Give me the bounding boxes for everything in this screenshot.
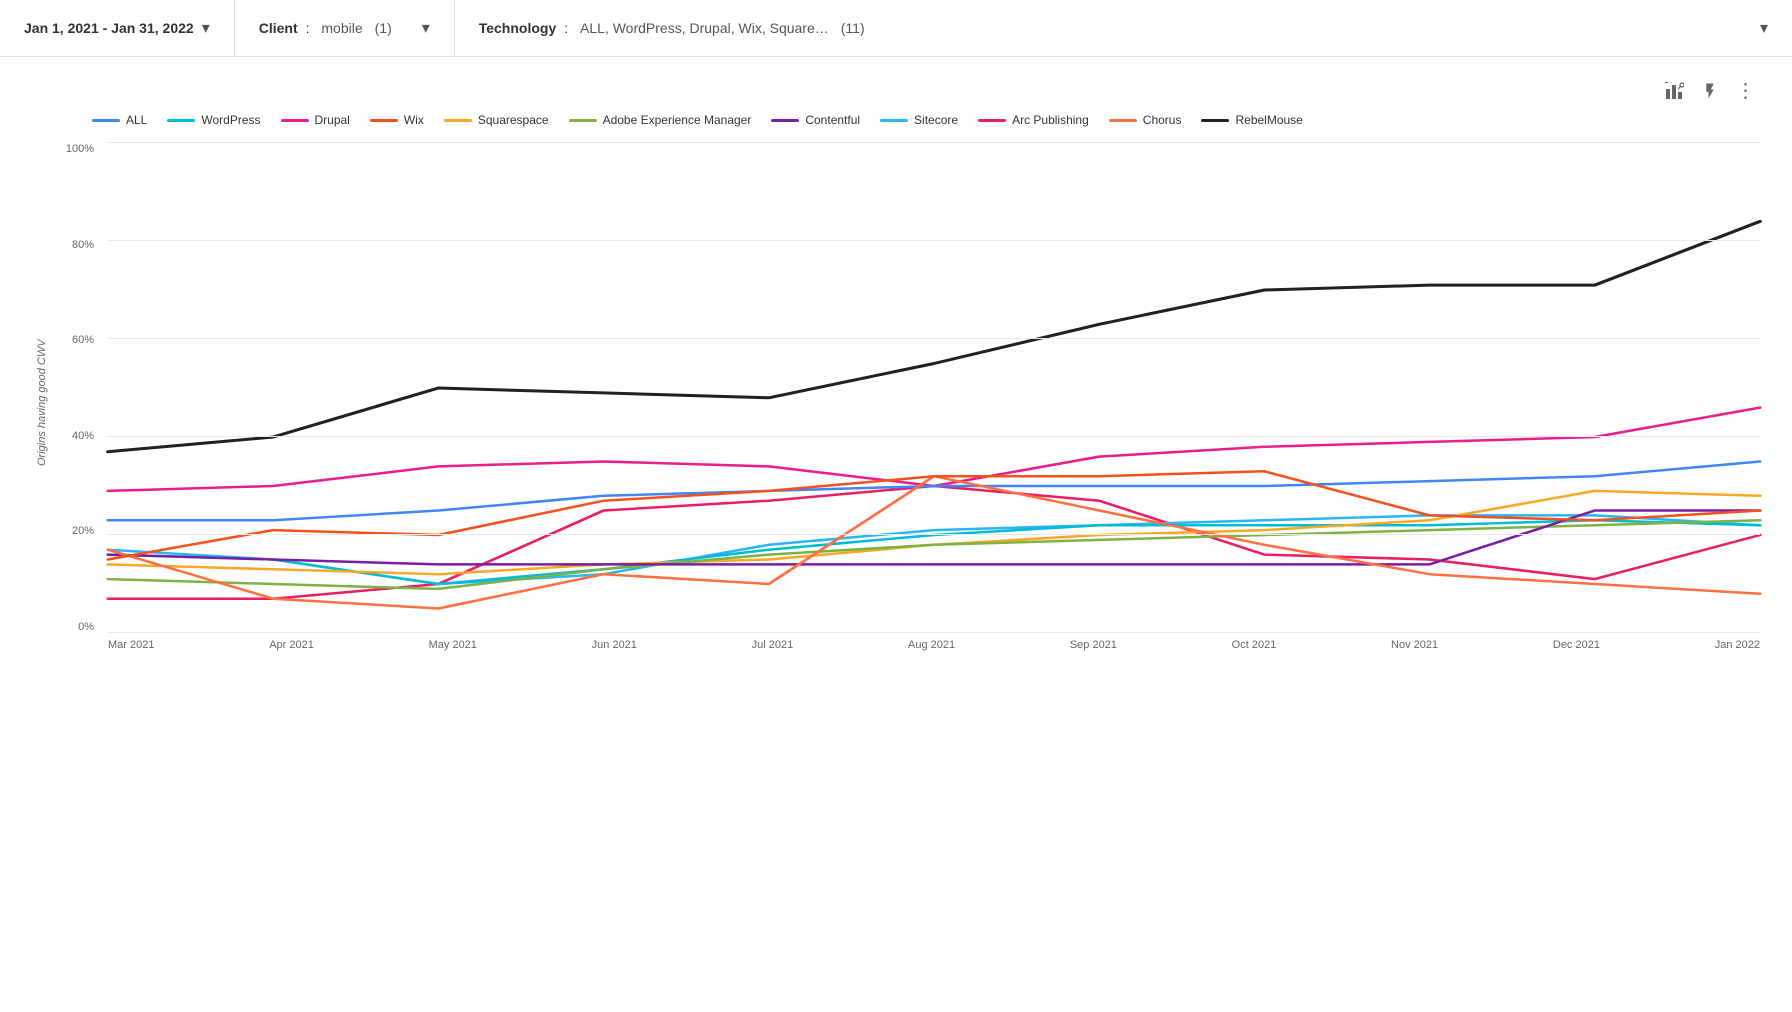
chart-toolbar: ⋮ <box>32 69 1760 113</box>
legend-item-sitecore[interactable]: Sitecore <box>880 113 958 127</box>
y-tick: 100% <box>60 143 102 155</box>
y-tick: 60% <box>60 334 102 346</box>
x-tick: Jan 2022 <box>1715 639 1760 651</box>
lightning-icon[interactable] <box>1696 77 1724 105</box>
legend-line-rebelmouse <box>1201 119 1229 122</box>
x-tick: Apr 2021 <box>269 639 314 651</box>
grid-line <box>108 142 1760 143</box>
legend-line-all <box>92 119 120 122</box>
y-axis: 0% 20% 40% 60% 80% 100% <box>60 143 102 633</box>
legend-item-aem[interactable]: Adobe Experience Manager <box>569 113 752 127</box>
x-tick: Nov 2021 <box>1391 639 1438 651</box>
tech-filter-chevron: ▾ <box>1760 18 1768 38</box>
legend-item-squarespace[interactable]: Squarespace <box>444 113 549 127</box>
y-tick: 20% <box>60 525 102 537</box>
chart-inner: 0% 20% 40% 60% 80% 100% Mar 2021 Apr 2021 May 2… <box>60 143 1760 663</box>
date-filter[interactable]: Jan 1, 2021 - Jan 31, 2022 ▾ <box>0 0 235 56</box>
line-arc <box>108 486 1760 599</box>
chart-type-icon[interactable] <box>1660 77 1688 105</box>
x-tick: Jun 2021 <box>592 639 637 651</box>
date-filter-chevron: ▾ <box>202 18 210 38</box>
legend-item-drupal[interactable]: Drupal <box>281 113 350 127</box>
chart-area: ⋮ ALL WordPress Drupal Wix Squarespace A… <box>0 57 1792 695</box>
y-axis-label: Origins having good CWV <box>32 143 52 663</box>
plot-area <box>108 143 1760 633</box>
legend-item-all[interactable]: ALL <box>92 113 147 127</box>
x-tick: Sep 2021 <box>1070 639 1117 651</box>
y-tick: 0% <box>60 621 102 633</box>
legend-label-contentful: Contentful <box>805 113 860 127</box>
tech-count: (11) <box>841 20 865 36</box>
legend-item-chorus[interactable]: Chorus <box>1109 113 1182 127</box>
grid-line <box>108 534 1760 535</box>
grid-line <box>108 338 1760 339</box>
client-value: mobile <box>321 20 362 36</box>
legend-label-wix: Wix <box>404 113 424 127</box>
legend-label-drupal: Drupal <box>315 113 350 127</box>
legend-item-rebelmouse[interactable]: RebelMouse <box>1201 113 1302 127</box>
x-tick: Mar 2021 <box>108 639 154 651</box>
client-filter-chevron: ▾ <box>422 18 430 38</box>
x-tick: Jul 2021 <box>752 639 794 651</box>
date-filter-value: Jan 1, 2021 - Jan 31, 2022 <box>24 20 194 36</box>
filter-bar: Jan 1, 2021 - Jan 31, 2022 ▾ Client: mob… <box>0 0 1792 57</box>
line-rebelmouse <box>108 221 1760 451</box>
tech-label: Technology <box>479 20 557 36</box>
legend-label-sitecore: Sitecore <box>914 113 958 127</box>
grid-line <box>108 240 1760 241</box>
more-options-icon[interactable]: ⋮ <box>1732 77 1760 105</box>
y-tick: 40% <box>60 430 102 442</box>
legend-label-wordpress: WordPress <box>201 113 260 127</box>
chart-legend: ALL WordPress Drupal Wix Squarespace Ado… <box>32 113 1760 127</box>
legend-item-wordpress[interactable]: WordPress <box>167 113 260 127</box>
client-filter[interactable]: Client: mobile (1) ▾ <box>235 0 455 56</box>
legend-item-wix[interactable]: Wix <box>370 113 424 127</box>
line-all <box>108 462 1760 521</box>
line-sitecore <box>108 515 1760 584</box>
y-tick: 80% <box>60 239 102 251</box>
x-tick: May 2021 <box>429 639 477 651</box>
x-tick: Dec 2021 <box>1553 639 1600 651</box>
legend-line-squarespace <box>444 119 472 122</box>
legend-label-aem: Adobe Experience Manager <box>603 113 752 127</box>
legend-label-chorus: Chorus <box>1143 113 1182 127</box>
x-tick: Oct 2021 <box>1232 639 1277 651</box>
legend-label-rebelmouse: RebelMouse <box>1235 113 1302 127</box>
legend-line-aem <box>569 119 597 122</box>
legend-line-wordpress <box>167 119 195 122</box>
x-tick: Aug 2021 <box>908 639 955 651</box>
legend-item-contentful[interactable]: Contentful <box>771 113 860 127</box>
legend-label-arc: Arc Publishing <box>1012 113 1089 127</box>
client-count: (1) <box>375 20 392 36</box>
x-axis: Mar 2021 Apr 2021 May 2021 Jun 2021 Jul 2021… <box>108 633 1760 663</box>
legend-label-all: ALL <box>126 113 147 127</box>
line-chorus <box>108 476 1760 608</box>
legend-line-chorus <box>1109 119 1137 122</box>
chart-svg <box>108 143 1760 633</box>
legend-line-arc <box>978 119 1006 122</box>
chart-container: Origins having good CWV 0% 20% 40% 60% 80% 10… <box>32 143 1760 663</box>
tech-value: ALL, WordPress, Drupal, Wix, Square… <box>580 20 829 36</box>
legend-line-drupal <box>281 119 309 122</box>
legend-item-arc[interactable]: Arc Publishing <box>978 113 1089 127</box>
legend-line-wix <box>370 119 398 122</box>
legend-line-sitecore <box>880 119 908 122</box>
grid-line <box>108 436 1760 437</box>
technology-filter[interactable]: Technology: ALL, WordPress, Drupal, Wix,… <box>455 0 1792 56</box>
legend-label-squarespace: Squarespace <box>478 113 549 127</box>
client-label: Client <box>259 20 298 36</box>
legend-line-contentful <box>771 119 799 122</box>
